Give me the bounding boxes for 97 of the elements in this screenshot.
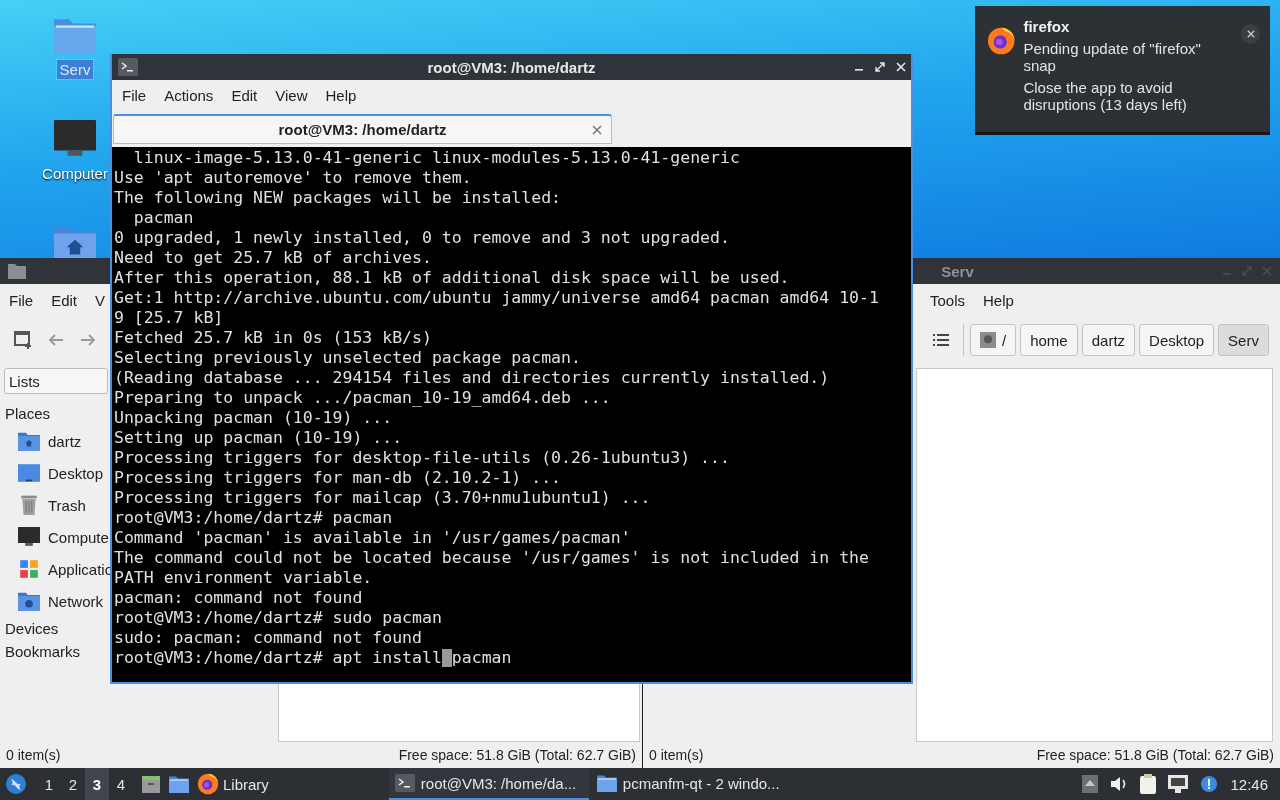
tab[interactable]: root@VM3: /home/dartz: [113, 114, 612, 144]
terminal-line: sudo: pacman: command not found: [114, 628, 423, 648]
close-button[interactable]: [1241, 24, 1260, 44]
terminal-line: pacman: command not found: [114, 588, 364, 608]
menu-item[interactable]: Tools: [921, 291, 975, 309]
clipboard-icon[interactable]: [1140, 774, 1157, 794]
folder-icon: [596, 774, 617, 792]
terminal-line: pacman: [451, 648, 512, 668]
drive-icon: [980, 331, 996, 349]
status-text: 0 item(s): [649, 747, 704, 763]
view-combo[interactable]: Lists: [4, 368, 108, 394]
status-text: Free space: 51.8 GiB (Total: 62.7 GiB): [398, 747, 636, 763]
terminal-line: Setting up pacman (10-19) ...: [114, 428, 404, 448]
menu-item[interactable]: View: [266, 86, 317, 104]
path-button[interactable]: Serv: [1218, 324, 1269, 356]
terminal-line: root@VM3:/home/dartz# sudo pacman: [114, 608, 443, 628]
menu-item[interactable]: Help: [316, 86, 366, 104]
folder-icon: [8, 263, 26, 279]
trash-icon: [18, 495, 40, 515]
folder-icon[interactable]: [169, 774, 189, 794]
menu-item[interactable]: File: [0, 291, 43, 309]
monitor-icon[interactable]: [54, 120, 96, 158]
terminal-line: Need to get 25.7 kB of archives.: [114, 248, 433, 268]
new-window-icon[interactable]: [14, 331, 32, 349]
terminal-line: linux-image-5.13.0-41-generic linux-modules-5.13.0-41-generic: [132, 148, 741, 168]
window-title: root@VM3: /home/dartz: [427, 58, 596, 76]
path-button[interactable]: Desktop: [1139, 324, 1215, 356]
terminal-line: Selecting previously unselected package pacman.: [114, 348, 582, 368]
path-button[interactable]: dartz: [1081, 324, 1136, 356]
terminal-line: pacman: [132, 208, 195, 228]
notification-icon[interactable]: [1200, 775, 1219, 793]
status-text: Free space: 51.8 GiB (Total: 62.7 GiB): [1036, 747, 1274, 763]
terminal-line: Use 'apt autoremove' to remove them.: [114, 168, 473, 188]
notification-text: Pending update of "firefox" snap: [1023, 40, 1202, 74]
home-folder-icon: [18, 431, 40, 451]
section-header[interactable]: Bookmarks: [4, 640, 81, 663]
terminal-line: (Reading database ... 294154 files and directories currently installed.): [114, 368, 831, 388]
text-cursor: [441, 649, 452, 667]
tray-icon[interactable]: [1082, 775, 1099, 793]
terminal-line: The command could not be located because '/usr/games' is not included in the: [114, 548, 870, 568]
sidebar-item[interactable]: Applicatio: [48, 560, 114, 578]
sidebar-item[interactable]: Compute: [48, 528, 109, 546]
notification-title: firefox: [1023, 18, 1071, 35]
icon-label: Serv: [56, 60, 94, 79]
terminal-icon: [118, 58, 138, 76]
terminal-line: PATH environment variable.: [114, 568, 374, 588]
monitor-icon: [18, 527, 40, 547]
sidebar-item[interactable]: Desktop: [48, 464, 104, 482]
window-title: Serv: [941, 262, 974, 280]
terminal-line: Processing triggers for man-db (2.10.2-1) ...: [114, 468, 563, 488]
drawer-icon[interactable]: [141, 774, 161, 794]
clock[interactable]: 12:46: [1230, 775, 1268, 793]
workspace-button[interactable]: 1: [37, 768, 61, 800]
terminal-line: 0 upgraded, 1 newly installed, 0 to remove and 3 not upgraded.: [114, 228, 731, 248]
terminal-line: root@VM3:/home/dartz# pacman: [114, 508, 394, 528]
section-header[interactable]: Devices: [4, 617, 59, 640]
taskbar-button[interactable]: pcmanfm-qt - 2 windo...: [590, 768, 791, 800]
menu-item[interactable]: Edit: [42, 291, 87, 309]
firefox-icon: [987, 26, 1016, 56]
firefox-icon: [197, 773, 219, 795]
sidebar-item[interactable]: dartz: [48, 432, 82, 450]
terminal-line: Fetched 25.7 kB in 0s (153 kB/s): [114, 328, 433, 348]
launcher-button[interactable]: Library: [197, 773, 269, 795]
workspace-button[interactable]: 4: [109, 768, 133, 800]
network-folder-icon: [18, 591, 40, 611]
terminal-icon: [394, 774, 415, 792]
workspace-button[interactable]: 3: [85, 768, 109, 800]
section-header[interactable]: Places: [4, 402, 51, 425]
desktop-icon: [18, 463, 40, 483]
applications-icon: [18, 559, 40, 579]
sidebar-item[interactable]: Trash: [48, 496, 86, 514]
path-button[interactable]: /: [970, 324, 1017, 356]
notification-text: Close the app to avoid disruptions (13 days left): [1023, 79, 1188, 113]
menu-item[interactable]: V: [86, 291, 115, 309]
workspace-button[interactable]: 2: [61, 768, 85, 800]
terminal-line: The following NEW packages will be installed:: [114, 188, 563, 208]
sidebar-item[interactable]: Network: [48, 592, 103, 610]
terminal-line: Processing triggers for desktop-file-utils (0.26-1ubuntu3) ...: [114, 448, 731, 468]
menu-item[interactable]: Actions: [155, 86, 223, 104]
menu-item[interactable]: File: [113, 86, 156, 104]
network-icon[interactable]: [1168, 775, 1189, 793]
terminal-line: root@VM3:/home/dartz# apt install: [114, 648, 442, 668]
terminal-line: Unpacking pacman (10-19) ...: [114, 408, 394, 428]
menu-item[interactable]: Help: [974, 291, 1023, 309]
terminal-line: 9 [25.7 kB]: [114, 308, 225, 328]
menu-item[interactable]: Edit: [222, 86, 267, 104]
start-menu-icon[interactable]: [5, 773, 27, 795]
terminal-line: Processing triggers for mailcap (3.70+nmu1ubuntu1) ...: [114, 488, 652, 508]
terminal-line: Command 'pacman' is available in '/usr/games/pacman': [114, 528, 632, 548]
icon-label: Computer: [41, 164, 109, 183]
terminal-line: Get:1 http://archive.ubuntu.com/ubuntu jammy/universe amd64 pacman amd64 10-1: [114, 288, 880, 308]
list-view-icon[interactable]: [933, 334, 949, 346]
path-button[interactable]: home: [1020, 324, 1078, 356]
terminal-line: Preparing to unpack .../pacman_10-19_amd64.deb ...: [114, 388, 612, 408]
terminal-line: After this operation, 88.1 kB of additional disk space will be used.: [114, 268, 791, 288]
taskbar-button[interactable]: root@VM3: /home/da...: [388, 768, 589, 800]
status-text: 0 item(s): [6, 747, 61, 763]
